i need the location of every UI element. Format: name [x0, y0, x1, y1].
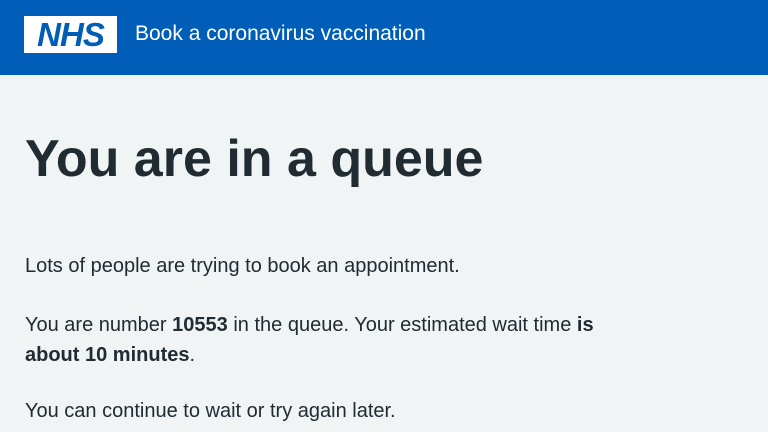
queue-number: 10553 [172, 314, 228, 336]
continue-text: You can continue to wait or try again la… [25, 400, 396, 422]
queue-prefix: You are number [25, 314, 167, 336]
queue-middle: in the queue. Your estimated wait time [233, 314, 572, 336]
wait-time-is: is [576, 314, 594, 336]
page-title: You are in a queue [25, 130, 484, 188]
intro-text: Lots of people are trying to book an app… [25, 255, 460, 277]
queue-position-text: You are number 10553 in the queue. Your … [25, 310, 594, 370]
site-header: NHS Book a coronavirus vaccination [0, 0, 768, 75]
queue-suffix: . [189, 344, 196, 366]
nhs-logo-text: NHS [37, 16, 105, 53]
nhs-logo[interactable]: NHS [24, 16, 117, 53]
service-name-link[interactable]: Book a coronavirus vaccination [135, 22, 426, 46]
wait-time-value: about 10 minutes [25, 344, 190, 366]
